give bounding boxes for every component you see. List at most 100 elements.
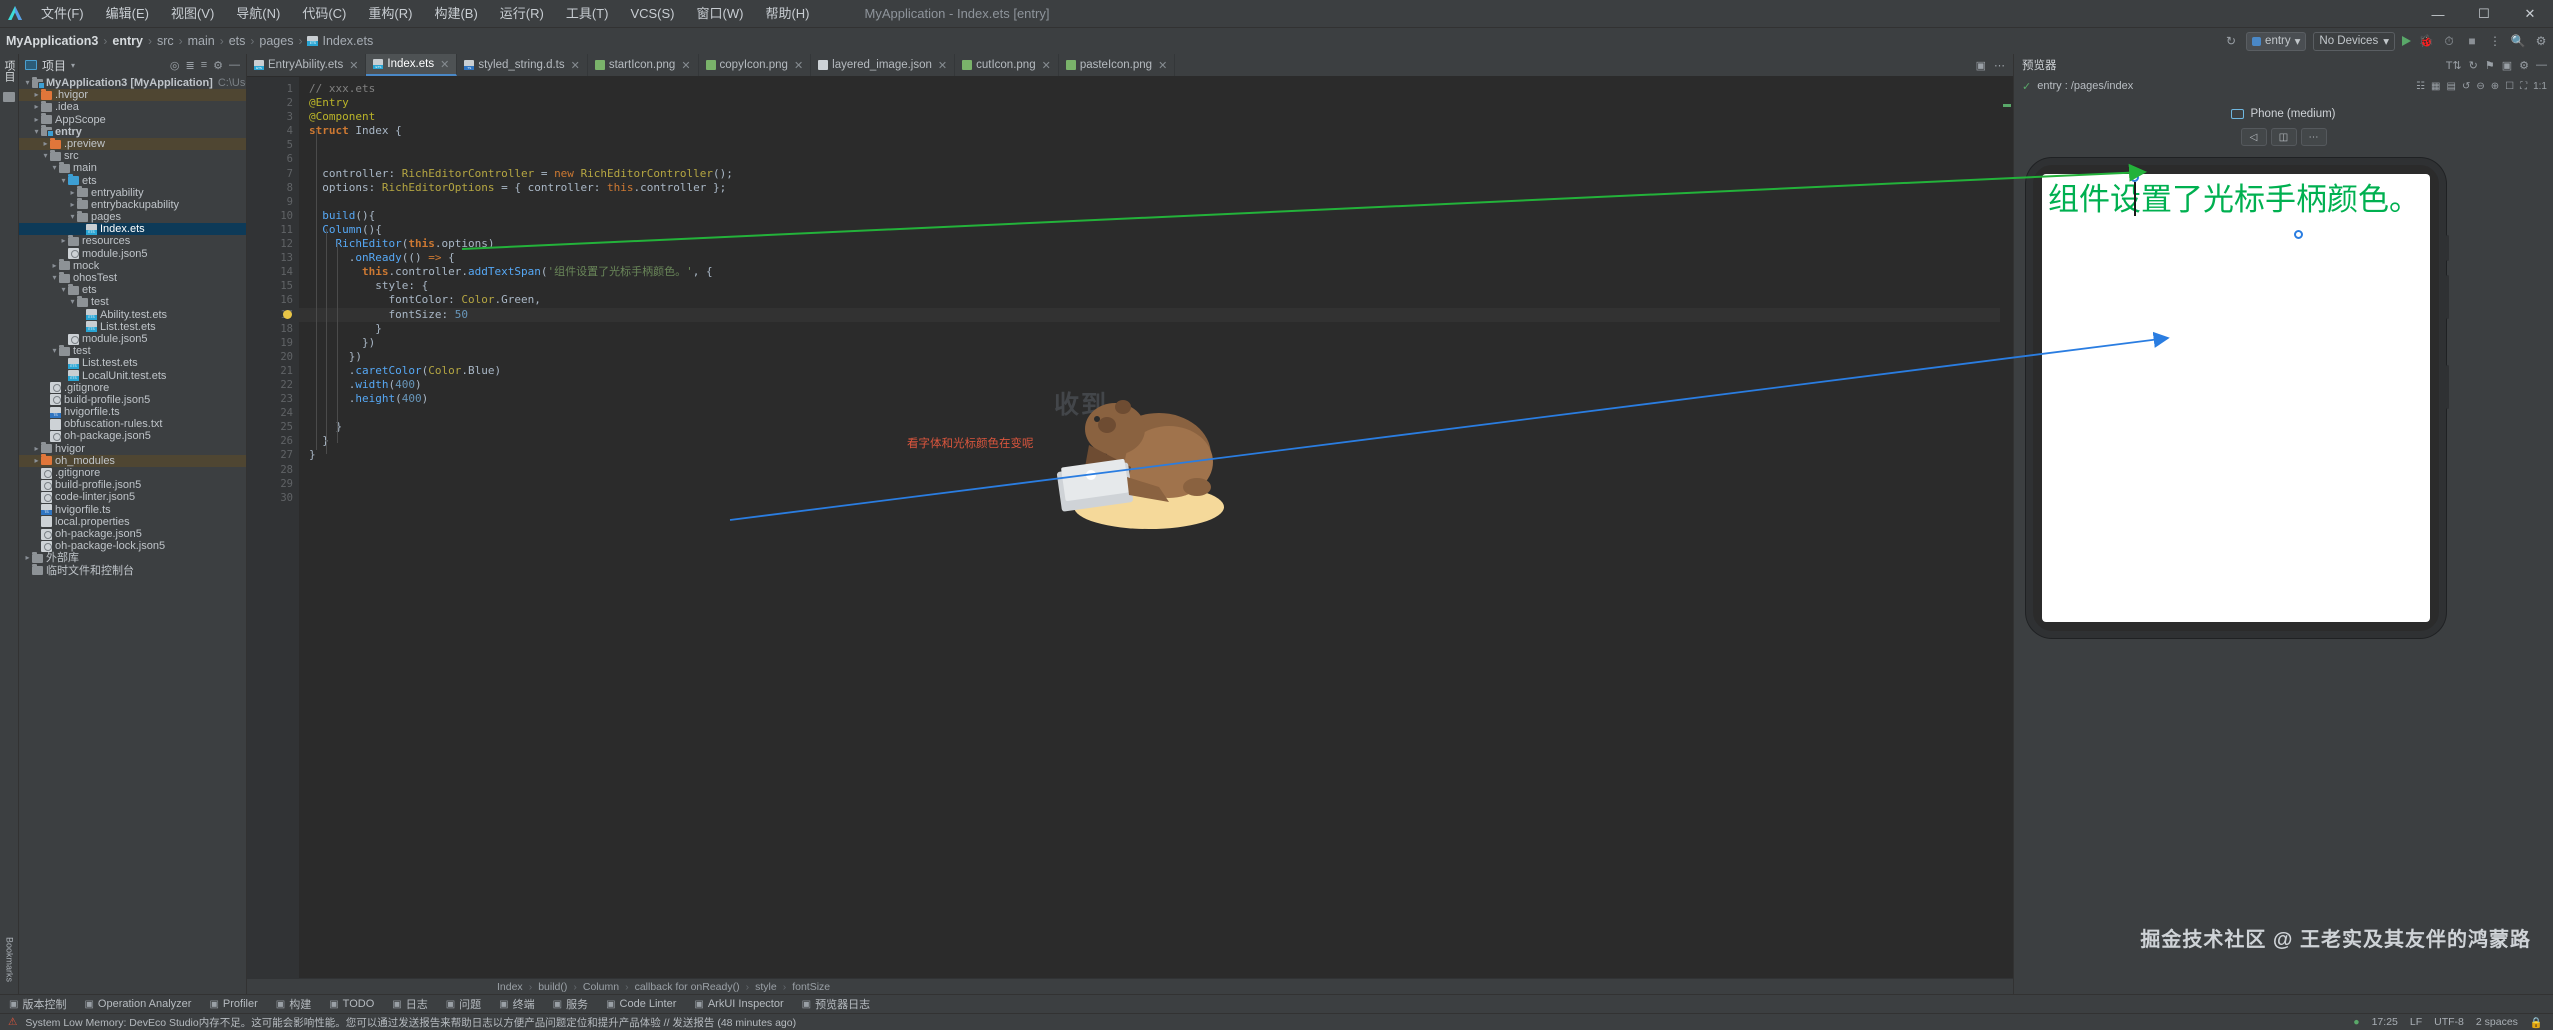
tree-row[interactable]: ▸ .preview [19, 137, 246, 151]
chevron-down-icon[interactable]: ▾ [23, 77, 32, 89]
more-icon[interactable]: 1:1 [2533, 81, 2547, 92]
gutter-line-21[interactable]: 21 [247, 364, 299, 378]
tree-row[interactable]: ▸ .hvigor [19, 88, 246, 102]
tree-row[interactable]: oh-package.json5 [19, 528, 246, 540]
tree-row[interactable]: ▾ ohosTest [19, 271, 246, 284]
chevron-down-icon[interactable]: ▾ [32, 126, 41, 138]
tree-row[interactable]: ▸ mock [19, 259, 246, 272]
editor-tab-cuticon-png[interactable]: cutIcon.png ✕ [955, 54, 1059, 76]
tree-row[interactable]: ▸ hvigor [19, 442, 246, 455]
tree-row[interactable]: module.json5 [19, 333, 246, 345]
code-line-6[interactable] [299, 152, 2000, 166]
editor-tab-copyicon-png[interactable]: copyIcon.png ✕ [699, 54, 812, 76]
editor-breadcrumb-item-5[interactable]: fontSize [792, 981, 830, 993]
bottom-tool-todo[interactable]: ▣ TODO [320, 995, 383, 1014]
editor-tab-styled_string-d-ts[interactable]: styled_string.d.ts ✕ [457, 54, 588, 76]
code-line-14[interactable]: this.controller.addTextSpan('组件设置了光标手柄颜色… [299, 265, 2000, 279]
chevron-right-icon[interactable]: ▸ [59, 235, 68, 247]
status-encoding[interactable]: UTF-8 [2434, 1016, 2464, 1028]
tree-row[interactable]: .gitignore [19, 467, 246, 479]
chevron-down-icon[interactable]: ▾ [50, 345, 59, 357]
code-line-24[interactable] [299, 406, 2000, 420]
marker-ok[interactable] [2003, 104, 2011, 107]
bottom-tool--[interactable]: ▣ 构建 [267, 995, 320, 1014]
hide-panel-icon[interactable]: — [229, 59, 240, 71]
code-line-1[interactable]: // xxx.ets [299, 82, 2000, 96]
text-icon[interactable]: T⇅ [2446, 59, 2462, 72]
editor-breadcrumb-item-3[interactable]: callback for onReady() [635, 981, 740, 993]
gutter-line-2[interactable]: 2 [247, 96, 299, 110]
chevron-right-icon[interactable]: ▸ [23, 552, 32, 564]
breadcrumb-item-6[interactable]: Index.ets [307, 34, 373, 48]
editor-breadcrumb-item-1[interactable]: build() [538, 981, 567, 993]
breadcrumb-item-4[interactable]: ets [229, 34, 246, 48]
code-line-20[interactable]: }) [299, 350, 2000, 364]
tree-row[interactable]: LocalUnit.test.ets [19, 370, 246, 382]
editor-tab-pasteicon-png[interactable]: pasteIcon.png ✕ [1059, 54, 1176, 76]
stop-icon[interactable]: ■ [2464, 33, 2480, 49]
close-icon[interactable]: ✕ [349, 59, 358, 72]
code-line-17[interactable]: fontSize: 50 [299, 307, 2000, 322]
hide-panel-icon[interactable]: — [2536, 59, 2547, 72]
editor-breadcrumb-item-2[interactable]: Column [583, 981, 619, 993]
gutter-line-25[interactable]: 25− [247, 420, 308, 434]
sync-icon[interactable]: ↻ [2223, 33, 2239, 49]
editor-tab-entryability-ets[interactable]: EntryAbility.ets ✕ [247, 54, 367, 76]
tree-row[interactable]: ▾ ets [19, 283, 246, 296]
code-line-3[interactable]: @Component [299, 110, 2000, 124]
breadcrumb-item-0[interactable]: MyApplication3 [6, 34, 98, 48]
code-line-13[interactable]: .onReady(() => { [299, 251, 2000, 265]
gutter-line-14[interactable]: 14− [247, 265, 308, 279]
menu-item-6[interactable]: 构建(B) [423, 0, 488, 28]
status-indent[interactable]: 2 spaces [2476, 1016, 2518, 1028]
editor-gutter[interactable]: 1234−5678910−11−1213−14−15−1617181920212… [247, 77, 308, 978]
gutter-line-16[interactable]: 16 [247, 293, 299, 307]
minimize-button[interactable]: — [2415, 0, 2461, 28]
gutter-line-1[interactable]: 1 [247, 82, 299, 96]
code-line-27[interactable]: } [299, 448, 2000, 462]
gutter-line-3[interactable]: 3 [247, 110, 299, 124]
split-icon[interactable]: ▣ [1976, 59, 1986, 72]
rich-editor-text[interactable]: 组件设置了光标手柄颜色。 [2048, 182, 2424, 218]
project-tree[interactable]: ▾ MyApplication3 [MyApplication] C:\Users\… [19, 76, 246, 994]
tree-row[interactable]: ▸ 外部库 [19, 551, 246, 564]
gear-icon[interactable]: ⚙ [2519, 59, 2529, 72]
tree-row[interactable]: hvigorfile.ts [19, 406, 246, 418]
code-line-23[interactable]: .height(400) [299, 392, 2000, 406]
previewer-entry-path[interactable]: entry : /pages/index [2037, 80, 2133, 92]
code-line-8[interactable]: options: RichEditorOptions = { controlle… [299, 181, 2000, 195]
editor-tab-layered_image-json[interactable]: layered_image.json ✕ [811, 54, 956, 76]
code-line-11[interactable]: Column(){ [299, 223, 2000, 237]
menu-item-0[interactable]: 文件(F) [30, 0, 95, 28]
code-line-22[interactable]: .width(400) [299, 378, 2000, 392]
gutter-line-24[interactable]: 24 [247, 406, 299, 420]
bottom-tool--[interactable]: ▣ 终端 [490, 995, 543, 1014]
tree-row[interactable]: oh-package-lock.json5 [19, 540, 246, 552]
tree-row[interactable]: ▸ .idea [19, 100, 246, 113]
gutter-line-7[interactable]: 7 [247, 167, 299, 181]
zoom-out-icon[interactable]: ⊖ [2476, 81, 2484, 92]
code-line-30[interactable] [299, 491, 2000, 505]
code-line-18[interactable]: } [299, 322, 2000, 336]
code-line-16[interactable]: fontColor: Color.Green, [299, 293, 2000, 307]
gutter-line-29[interactable]: 29 [247, 477, 299, 491]
chevron-right-icon[interactable]: ▸ [32, 89, 41, 101]
bottom-tool-operation-analyzer[interactable]: ▣ Operation Analyzer [75, 995, 200, 1014]
breadcrumb-item-1[interactable]: entry [112, 34, 143, 48]
bottom-tool--[interactable]: ▣ 服务 [544, 995, 597, 1014]
gutter-line-12[interactable]: 12 [247, 237, 299, 251]
gutter-line-4[interactable]: 4− [247, 124, 308, 138]
code-content[interactable]: // xxx.ets @Entry @Component struct Index {… [299, 77, 2000, 978]
menu-item-11[interactable]: 帮助(H) [754, 0, 820, 28]
code-line-12[interactable]: RichEditor(this.options) [299, 237, 2000, 251]
tree-row[interactable]: Index.ets [19, 223, 246, 236]
chevron-down-icon[interactable]: ▾ [50, 272, 59, 284]
code-line-29[interactable] [299, 477, 2000, 491]
code-line-19[interactable]: }) [299, 336, 2000, 350]
tree-row[interactable]: ▸ oh_modules [19, 454, 246, 467]
gutter-line-19[interactable]: 19 [247, 336, 299, 350]
chevron-down-icon[interactable]: ▾ [68, 296, 77, 308]
tree-row[interactable]: ▾ ets [19, 174, 246, 187]
menu-item-5[interactable]: 重构(R) [357, 0, 423, 28]
close-button[interactable]: ✕ [2507, 0, 2553, 28]
